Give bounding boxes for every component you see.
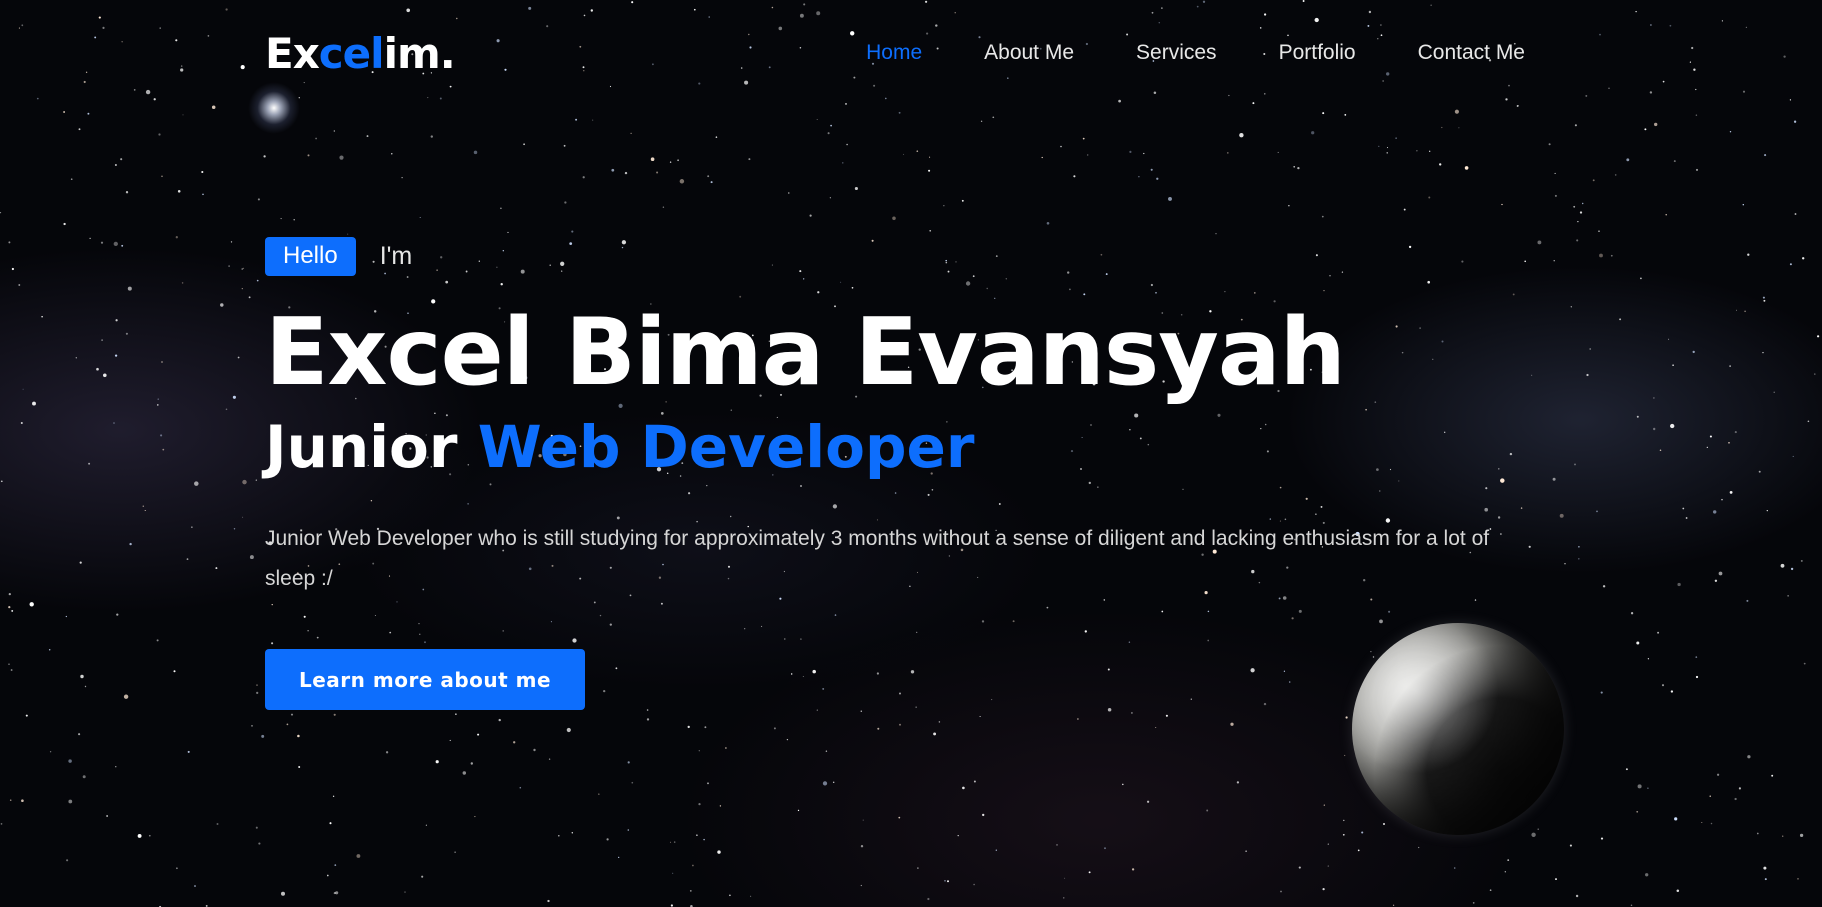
- nav-item-portfolio[interactable]: Portfolio: [1279, 41, 1356, 65]
- site-header: Excelim. Home About Me Services Portfoli…: [265, 26, 1525, 80]
- nav-item-contact-me[interactable]: Contact Me: [1418, 41, 1525, 65]
- logo-part-2: cel: [318, 28, 385, 78]
- greeting: Hello I'm: [265, 237, 1565, 276]
- nav-item-home[interactable]: Home: [866, 41, 922, 65]
- role-highlight: Web Developer: [477, 413, 975, 481]
- hero-section: Hello I'm Excel Bima Evansyah Junior Web…: [265, 237, 1565, 710]
- hero-name: Excel Bima Evansyah: [265, 298, 1346, 406]
- nav-item-about-me[interactable]: About Me: [984, 41, 1074, 65]
- role-prefix: Junior: [265, 413, 458, 481]
- nav-item-services[interactable]: Services: [1136, 41, 1217, 65]
- bright-star-icon: [248, 82, 300, 134]
- hero-role: Junior Web Developer: [265, 415, 1565, 479]
- learn-more-button[interactable]: Learn more about me: [265, 649, 586, 710]
- logo-part-1: Ex: [265, 28, 320, 78]
- greeting-suffix: I'm: [379, 242, 413, 270]
- main-nav: Home About Me Services Portfolio Contact…: [866, 41, 1525, 65]
- logo[interactable]: Excelim.: [265, 28, 456, 78]
- logo-part-3: im.: [383, 28, 456, 78]
- hero-description: Junior Web Developer who is still studyi…: [265, 527, 1490, 590]
- hello-badge: Hello: [265, 237, 356, 276]
